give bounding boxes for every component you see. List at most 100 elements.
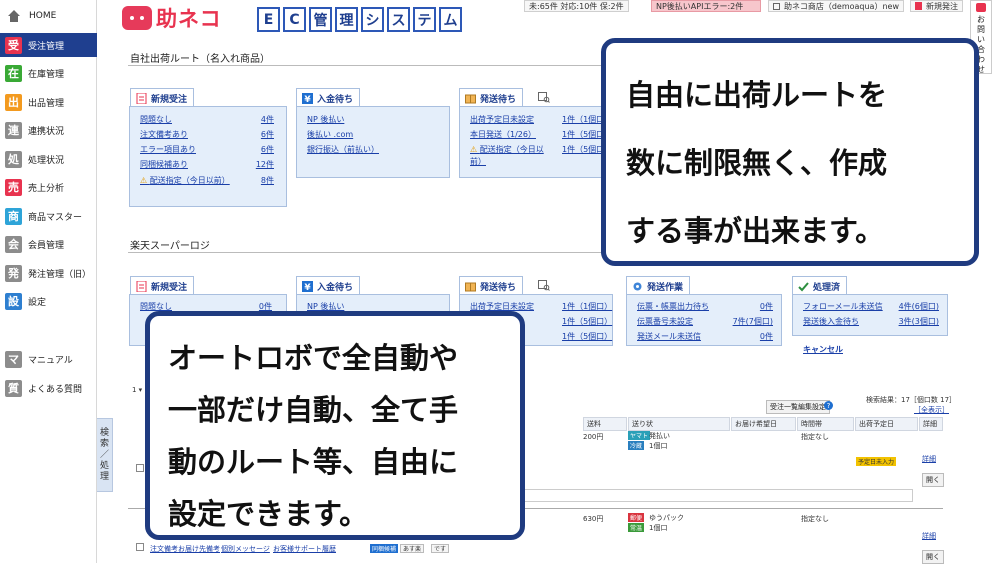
shipping-fee: 630円 bbox=[583, 515, 604, 523]
new-order-button[interactable]: 新規発注 bbox=[910, 0, 963, 12]
row-label[interactable]: 注文備考あり bbox=[140, 129, 188, 140]
row-label[interactable]: 銀行振込（前払い） bbox=[307, 144, 379, 155]
sidebar-bottom-item-0[interactable]: ママニュアル bbox=[0, 347, 97, 371]
order-footer-link[interactable]: お届け先備考 bbox=[178, 544, 220, 554]
row-checkbox[interactable] bbox=[136, 464, 144, 472]
row-label[interactable]: 後払い .com bbox=[307, 129, 353, 140]
detail-link[interactable]: 詳細 bbox=[922, 454, 936, 464]
sidebar-item-label: 連携状況 bbox=[28, 126, 65, 137]
row-value[interactable]: 0件 bbox=[760, 331, 773, 342]
open-button[interactable]: 開く bbox=[922, 473, 944, 487]
temp-badge: 冷蔵 bbox=[628, 441, 645, 450]
table-header: 送り状 bbox=[628, 417, 730, 431]
tab-payment-2[interactable]: ¥ 入金待ち bbox=[296, 276, 361, 295]
search-process-tab[interactable]: 検索／処理 bbox=[97, 418, 113, 492]
callout-auto-robot: オートロボで全自動や 一部だけ自動、全て手 動のルート等、自由に 設定できます。 bbox=[145, 311, 525, 540]
sidebar-glyph-icon: 会 bbox=[5, 235, 22, 253]
detail-link[interactable]: 詳細 bbox=[922, 531, 936, 541]
sidebar-item-5[interactable]: 売売上分析 bbox=[0, 175, 97, 199]
tab-label: 処理済 bbox=[813, 282, 841, 293]
row-value[interactable]: 4件 bbox=[261, 114, 274, 125]
sidebar-item-2[interactable]: 出出品管理 bbox=[0, 90, 97, 114]
tab-new-order-1[interactable]: 新規受注 bbox=[130, 88, 195, 107]
row-value[interactable]: 6件 bbox=[261, 129, 274, 140]
row-value[interactable]: 1件（1個口） bbox=[562, 301, 612, 312]
callout-line: オートロボで全自動や bbox=[168, 341, 459, 375]
sidebar-item-1[interactable]: 在在庫管理 bbox=[0, 61, 97, 85]
row-label[interactable]: 同梱候補あり bbox=[140, 159, 188, 170]
np-error-chip[interactable]: NP後払いAPIエラー:2件 bbox=[651, 0, 761, 12]
row-label[interactable]: エラー項目あり bbox=[140, 144, 196, 155]
show-all-link[interactable]: ［全表示］ bbox=[914, 405, 949, 415]
ec-system-title: EC管理システム bbox=[257, 7, 465, 32]
row-value[interactable]: 1件（1個口 bbox=[562, 114, 604, 125]
warning-icon: ⚠ bbox=[470, 145, 480, 154]
search-tab-char: 索 bbox=[99, 438, 109, 449]
sidebar-item-3[interactable]: 連連携状況 bbox=[0, 118, 97, 142]
tab-label: 発送作業 bbox=[647, 282, 684, 293]
row-value[interactable]: 3件(3個口) bbox=[899, 316, 939, 327]
calendar-search-icon[interactable] bbox=[538, 91, 550, 103]
contact-tab-char: お bbox=[977, 15, 985, 24]
sidebar-item-8[interactable]: 発発注管理（旧） bbox=[0, 261, 97, 285]
open-button[interactable]: 開く bbox=[922, 550, 944, 564]
row-label[interactable]: 本日発送（1/26） bbox=[470, 129, 536, 140]
tab-shipping-1[interactable]: 発送待ち bbox=[459, 88, 524, 107]
tab-work-2[interactable]: 発送作業 bbox=[626, 276, 691, 295]
row-label[interactable]: 出荷予定日未設定 bbox=[470, 114, 534, 125]
logo-text: 助ネコ bbox=[156, 7, 222, 31]
shop-chip[interactable]: 助ネコ商店（demoaqua）new bbox=[768, 0, 904, 12]
sidebar-item-7[interactable]: 会会員管理 bbox=[0, 232, 97, 256]
help-icon[interactable]: ? bbox=[824, 401, 833, 410]
tab-label: 新規受注 bbox=[151, 282, 188, 293]
row-label-text: 注文備考あり bbox=[140, 130, 188, 139]
row-value[interactable]: 1件（5個口） bbox=[562, 316, 612, 327]
row-value[interactable]: 1件（5個口 bbox=[562, 129, 604, 140]
cancel-link[interactable]: キャンセル bbox=[803, 344, 843, 355]
row-checkbox[interactable] bbox=[136, 543, 144, 551]
tab-payment-1[interactable]: ¥ 入金待ち bbox=[296, 88, 361, 107]
calendar-search-icon[interactable] bbox=[538, 279, 550, 291]
order-footer-link[interactable]: 注文備考 bbox=[150, 544, 178, 554]
ec-title-char: ス bbox=[387, 7, 410, 32]
row-label[interactable]: 発送後入金待ち bbox=[803, 316, 859, 327]
sidebar-item-9[interactable]: 設設定 bbox=[0, 289, 97, 313]
search-tab-char: 理 bbox=[99, 471, 109, 482]
table-header: お届け希望日 bbox=[731, 417, 796, 431]
row-value[interactable]: 1件（5個口） bbox=[562, 331, 612, 342]
sidebar-bottom-item-1[interactable]: 質よくある質問 bbox=[0, 376, 97, 400]
svg-text:¥: ¥ bbox=[304, 95, 311, 104]
sidebar-item-home[interactable]: HOME bbox=[0, 4, 97, 28]
sidebar-glyph-icon: 受 bbox=[5, 36, 22, 54]
tab-shipping-2[interactable]: 発送待ち bbox=[459, 276, 524, 295]
order-footer-link[interactable]: お客様サポート履歴 bbox=[273, 544, 336, 554]
status-counts-chip[interactable]: 未:65件 対応:10件 保:2件 bbox=[524, 0, 629, 12]
order-footer-link[interactable]: 個別メッセージ bbox=[221, 544, 270, 554]
card-work-2: 伝票・帳票出力待ち 0件 伝票番号未設定 7件(7個口) 発送メール未送信 0件 bbox=[626, 294, 782, 346]
row-value[interactable]: 6件 bbox=[261, 144, 274, 155]
row-label[interactable]: フォローメール未送信 bbox=[803, 301, 883, 312]
tab-done-2[interactable]: 処理済 bbox=[792, 276, 848, 295]
tab-label: 新規受注 bbox=[151, 94, 188, 105]
sidebar-item-0[interactable]: 受受注管理 bbox=[0, 33, 97, 57]
row-value[interactable]: 12件 bbox=[256, 159, 274, 170]
tab-label: 入金待ち bbox=[317, 282, 354, 293]
row-value[interactable]: 0件 bbox=[760, 301, 773, 312]
sidebar-item-6[interactable]: 商商品マスター bbox=[0, 204, 97, 228]
row-label[interactable]: 伝票番号未設定 bbox=[637, 316, 693, 327]
row-value[interactable]: 8件 bbox=[261, 175, 274, 186]
row-value[interactable]: 1件（5個口 bbox=[562, 144, 604, 155]
row-label[interactable]: 問題なし bbox=[140, 114, 172, 125]
row-value[interactable]: 7件(7個口) bbox=[733, 316, 773, 327]
sidebar-item-label: 在庫管理 bbox=[28, 69, 65, 80]
row-value[interactable]: 4件(6個口) bbox=[899, 301, 939, 312]
row-label[interactable]: 伝票・帳票出力待ち bbox=[637, 301, 709, 312]
section-title-route1: 自社出荷ルート（名入れ商品） bbox=[130, 54, 270, 65]
row-label[interactable]: 発送メール未送信 bbox=[637, 331, 701, 342]
row-label[interactable]: ⚠ 配送指定（今日以前） bbox=[140, 175, 235, 187]
row-label[interactable]: NP 後払い bbox=[307, 114, 344, 125]
row-label[interactable]: ⚠ 配送指定（今日以前） bbox=[470, 144, 554, 168]
tab-new-order-2[interactable]: 新規受注 bbox=[130, 276, 195, 295]
bulk-edit-settings-button[interactable]: 受注一覧編集設定 bbox=[766, 400, 830, 414]
sidebar-item-4[interactable]: 処処理状況 bbox=[0, 147, 97, 171]
